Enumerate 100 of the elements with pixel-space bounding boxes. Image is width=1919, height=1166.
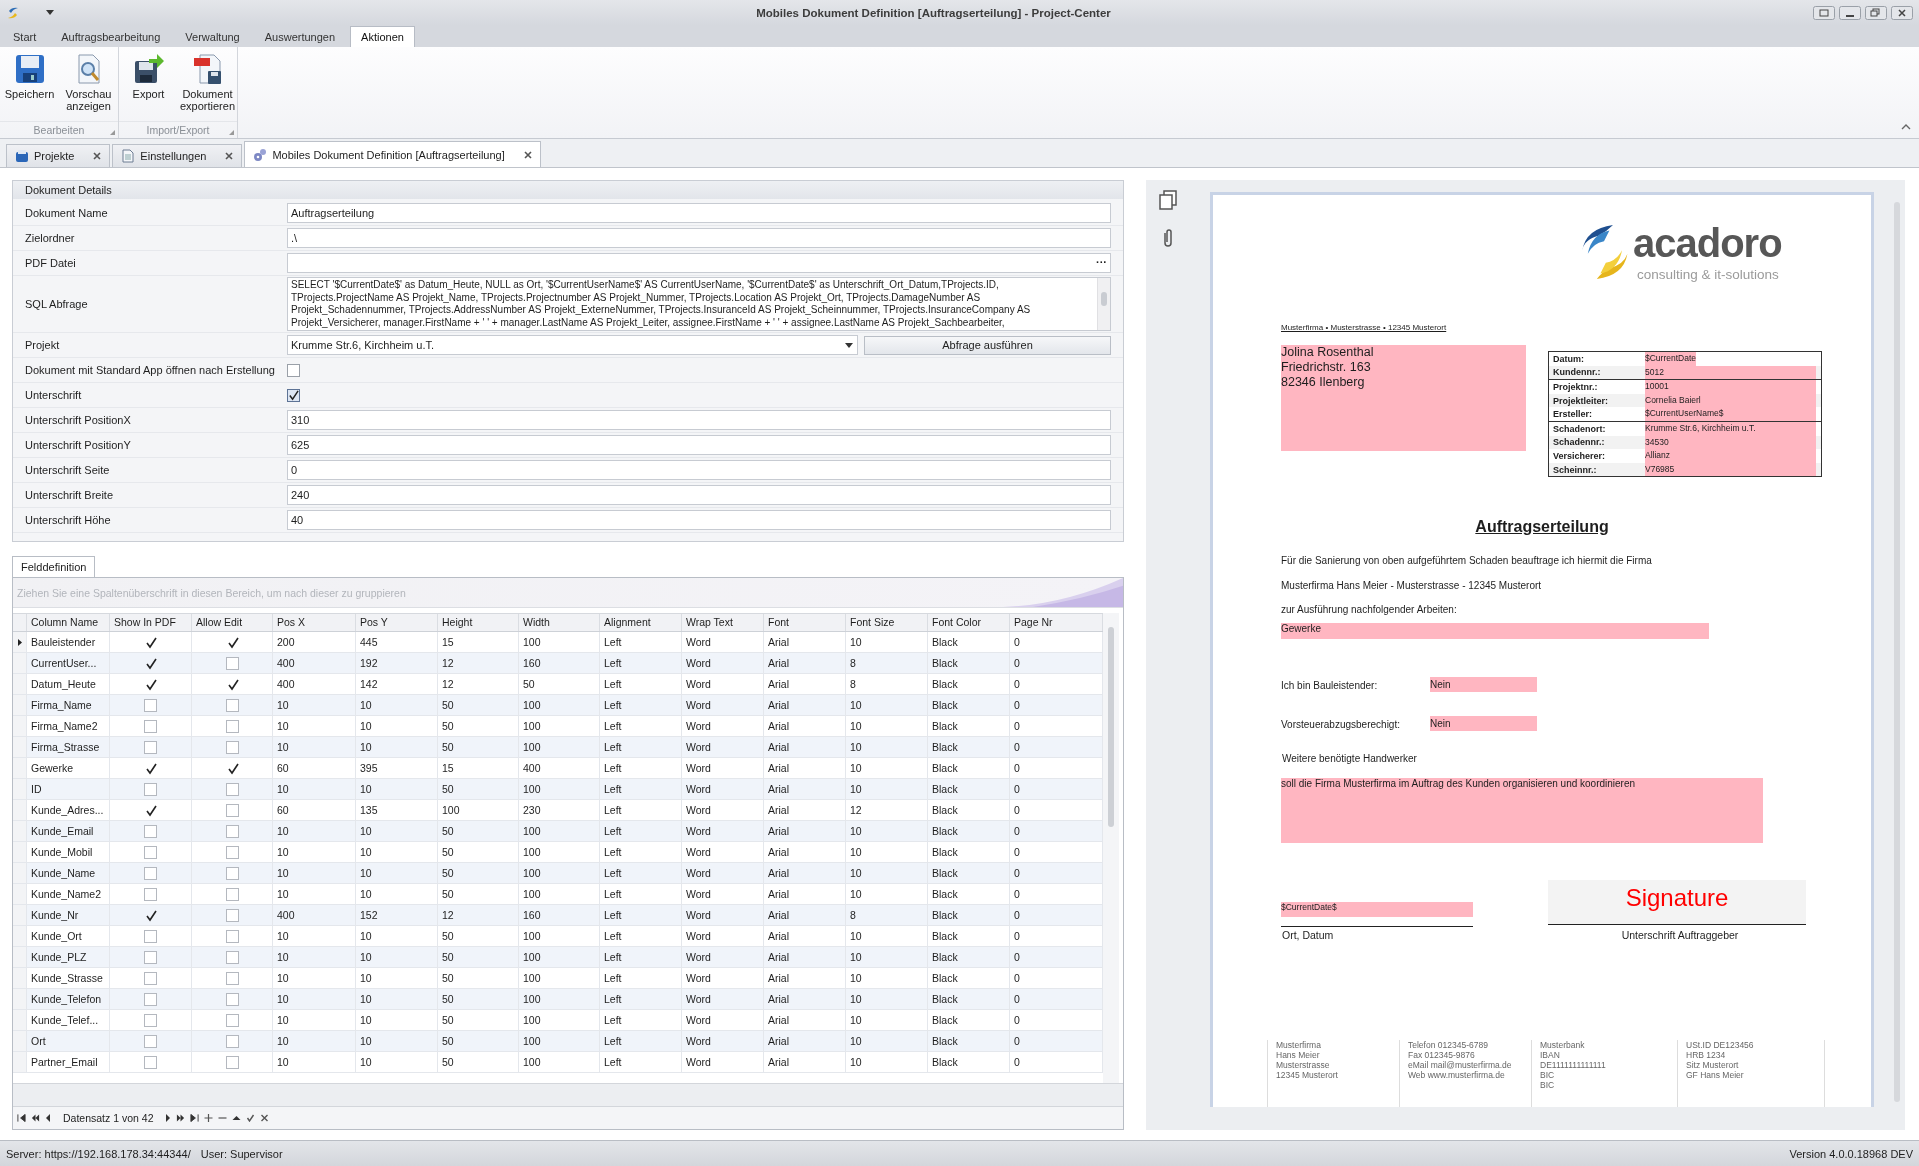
- checkbox[interactable]: [287, 388, 300, 402]
- document-tab[interactable]: Mobiles Dokument Definition [Auftragserteilung]: [244, 141, 541, 167]
- checkbox[interactable]: [225, 929, 239, 943]
- column-header[interactable]: Pos Y: [356, 614, 438, 631]
- collapse-ribbon-icon[interactable]: [1901, 124, 1911, 130]
- checkbox[interactable]: [225, 992, 239, 1006]
- last-record-icon[interactable]: [190, 1114, 200, 1122]
- input-field[interactable]: 310: [287, 410, 1111, 430]
- checkbox[interactable]: [144, 656, 157, 670]
- text-area-field[interactable]: soll die Firma Musterfirma im Auftrag des Kunden organisieren und koordinieren: [1281, 778, 1763, 843]
- checkbox[interactable]: [225, 635, 239, 649]
- checkbox[interactable]: [144, 908, 157, 922]
- column-header[interactable]: Allow Edit: [192, 614, 273, 631]
- close-tab-icon[interactable]: [93, 152, 102, 160]
- input-field[interactable]: 40: [287, 510, 1111, 530]
- checkbox[interactable]: [225, 950, 239, 964]
- checkbox[interactable]: [144, 635, 157, 649]
- document-tab[interactable]: Projekte: [6, 144, 111, 167]
- previous-record-icon[interactable]: [45, 1114, 50, 1122]
- column-header[interactable]: Show In PDF: [110, 614, 192, 631]
- app-logo-icon[interactable]: [6, 5, 20, 20]
- input-field[interactable]: 625: [287, 435, 1111, 455]
- cancel-icon[interactable]: [260, 1114, 270, 1122]
- checkbox[interactable]: [225, 719, 239, 733]
- ribbon-button[interactable]: Dokument exportieren: [178, 51, 237, 121]
- ribbon-button[interactable]: Speichern: [0, 51, 59, 121]
- field-placeholder[interactable]: Gewerke: [1281, 623, 1709, 639]
- ribbon-tab[interactable]: Start: [3, 27, 47, 47]
- checkbox[interactable]: [144, 929, 157, 943]
- project-dropdown[interactable]: Krumme Str.6, Kirchheim u.T.: [287, 335, 858, 355]
- checkbox[interactable]: [225, 698, 239, 712]
- address-field[interactable]: Jolina Rosenthal Friedrichstr. 163 82346 Ilenberg: [1281, 345, 1526, 451]
- answer-field[interactable]: Nein: [1430, 677, 1537, 692]
- sql-field[interactable]: SELECT '$CurrentDate$' as Datum_Heute, NULL as Ort, '$CurrentUserName$' AS CurrentUserName, '$CurrentDate$' as Unterschrift_Ort_Datum,TProjects.ID, TProjects.ProjectName AS Projekt_Name, TProjects.Projectnumber AS Projekt_Nummer, TProjects.Location AS Projekt_Ort, TProjects.DamageNumber AS Projekt_Schadennummer, TProjects.AddressNumber AS Projekt_ExterneNummer, TProjects.InsuranceId AS Projekt_Scheinnummer, TProjects.InsuranceCompany AS Projekt_Versicherer, manager.FirstName + ' ' + manager.LastName AS Projekt_Leiter, assignee.FirstName + ' ' + assignee.LastName AS Projekt_Sachbearbeiter,: [287, 277, 1111, 331]
- document-tab[interactable]: Einstellungen: [112, 144, 243, 167]
- checkbox[interactable]: [144, 1055, 157, 1069]
- dropdown-caret-icon[interactable]: [845, 342, 853, 348]
- checkbox[interactable]: [225, 656, 239, 670]
- input-field[interactable]: 240: [287, 485, 1111, 505]
- column-header[interactable]: Height: [438, 614, 519, 631]
- checkbox[interactable]: [144, 887, 157, 901]
- next-page-icon[interactable]: [176, 1114, 186, 1122]
- checkbox[interactable]: [144, 845, 157, 859]
- input-field[interactable]: Auftragserteilung: [287, 203, 1111, 223]
- checkbox[interactable]: [144, 740, 157, 754]
- checkbox[interactable]: [144, 866, 157, 880]
- copy-icon[interactable]: [1158, 190, 1178, 210]
- run-query-button[interactable]: Abfrage ausführen: [864, 335, 1111, 355]
- column-header[interactable]: Font Color: [928, 614, 1010, 631]
- checkbox[interactable]: [225, 824, 239, 838]
- dialog-launcher-icon[interactable]: [229, 130, 234, 135]
- ribbon-tab[interactable]: Auftragsbearbeitung: [51, 27, 171, 47]
- checkbox[interactable]: [144, 992, 157, 1006]
- checkbox[interactable]: [225, 1055, 239, 1069]
- close-tab-icon[interactable]: [523, 150, 532, 159]
- checkbox[interactable]: [144, 971, 157, 985]
- column-header[interactable]: Wrap Text: [682, 614, 764, 631]
- next-record-icon[interactable]: [166, 1114, 172, 1122]
- signature-field[interactable]: Signature: [1548, 880, 1806, 925]
- grid-tab[interactable]: Felddefinition: [12, 556, 96, 577]
- minimize-icon[interactable]: [1839, 5, 1861, 20]
- previous-page-icon[interactable]: [31, 1114, 40, 1122]
- checkbox[interactable]: [225, 761, 239, 775]
- up-icon[interactable]: [232, 1114, 242, 1122]
- checkbox[interactable]: [225, 971, 239, 985]
- first-record-icon[interactable]: [17, 1114, 26, 1122]
- column-header[interactable]: Width: [519, 614, 600, 631]
- checkbox[interactable]: [144, 698, 157, 712]
- file-field[interactable]: ···: [287, 253, 1111, 273]
- close-tab-icon[interactable]: [225, 152, 234, 160]
- dropdown-caret-icon[interactable]: [46, 10, 54, 15]
- ribbon-tab[interactable]: Verwaltung: [175, 27, 250, 47]
- checkbox[interactable]: [144, 719, 157, 733]
- restore-icon[interactable]: [1865, 5, 1887, 20]
- column-header[interactable]: Font Size: [846, 614, 928, 631]
- checkbox[interactable]: [225, 845, 239, 859]
- checkbox[interactable]: [225, 908, 239, 922]
- browse-button[interactable]: ···: [1096, 253, 1107, 271]
- close-icon[interactable]: [1891, 5, 1913, 20]
- column-header[interactable]: Alignment: [600, 614, 682, 631]
- column-header[interactable]: Font: [764, 614, 846, 631]
- check-icon[interactable]: [246, 1114, 256, 1122]
- row-indicator[interactable]: [13, 632, 27, 652]
- checkbox[interactable]: [144, 824, 157, 838]
- checkbox[interactable]: [225, 803, 239, 817]
- checkbox[interactable]: [225, 887, 239, 901]
- ribbon-button[interactable]: Export: [119, 51, 178, 121]
- checkbox[interactable]: [144, 677, 157, 691]
- column-header[interactable]: Column Name: [27, 614, 110, 631]
- checkbox[interactable]: [144, 782, 157, 796]
- remove-icon[interactable]: [218, 1114, 228, 1122]
- answer-field[interactable]: Nein: [1430, 716, 1537, 731]
- checkbox[interactable]: [287, 363, 300, 377]
- checkbox[interactable]: [144, 761, 157, 775]
- checkbox[interactable]: [225, 740, 239, 754]
- checkbox[interactable]: [144, 950, 157, 964]
- checkbox[interactable]: [225, 866, 239, 880]
- checkbox[interactable]: [144, 803, 157, 817]
- checkbox[interactable]: [225, 1013, 239, 1027]
- checkbox[interactable]: [144, 1034, 157, 1048]
